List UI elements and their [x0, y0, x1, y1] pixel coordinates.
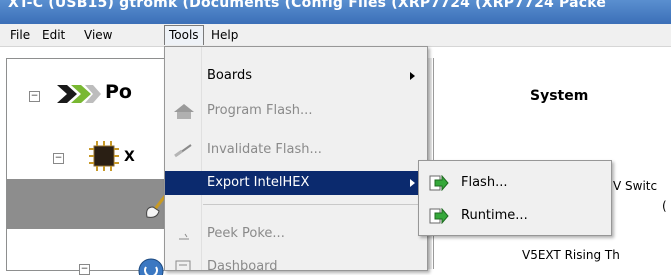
export-intelhex-submenu: Flash... Runtime...	[418, 160, 612, 236]
menu-item-invalidate-flash[interactable]: Invalidate Flash...	[165, 138, 427, 162]
menu-item-label: Program Flash...	[207, 103, 313, 118]
tree-root-label[interactable]: Po	[105, 81, 132, 103]
submenu-item-label: Flash...	[461, 175, 508, 190]
chip-icon	[89, 141, 119, 171]
panel-text-2: (	[662, 199, 667, 213]
menu-file[interactable]: File	[6, 27, 34, 43]
tree-child-label[interactable]: X	[124, 149, 135, 165]
export-arrow-icon	[429, 208, 449, 224]
eraser-icon	[174, 144, 192, 158]
submenu-item-flash[interactable]: Flash...	[421, 170, 607, 196]
menu-bar: File Edit View Tools Help	[0, 24, 671, 47]
house-icon	[174, 104, 194, 119]
collapse-toggle[interactable]: −	[29, 91, 40, 102]
menu-item-boards[interactable]: Boards	[165, 64, 427, 88]
menu-separator	[203, 204, 421, 205]
title-bar: XT-C (USB15) gtromk (Documents (Config F…	[0, 0, 671, 24]
collapse-toggle[interactable]: −	[53, 153, 64, 164]
menu-item-export-intelhex[interactable]: Export IntelHEX	[165, 171, 427, 195]
menu-help[interactable]: Help	[207, 27, 242, 43]
window-title: XT-C (USB15) gtromk (Documents (Config F…	[8, 0, 607, 11]
submenu-item-runtime[interactable]: Runtime...	[421, 203, 607, 229]
submenu-arrow-icon	[410, 179, 415, 187]
menu-item-label: Invalidate Flash...	[207, 142, 322, 157]
dashboard-icon	[175, 260, 191, 270]
menu-item-program-flash[interactable]: Program Flash...	[165, 99, 427, 123]
menu-item-label: Boards	[207, 68, 252, 83]
menu-tools[interactable]: Tools	[164, 25, 204, 45]
panel-text-1: V Switc	[613, 179, 658, 193]
menu-item-peek-poke[interactable]: Peek Poke...	[165, 222, 427, 246]
menu-view[interactable]: View	[80, 27, 116, 43]
power-icon	[138, 258, 164, 275]
tools-dropdown: Boards Program Flash... Invalidate Flash…	[164, 46, 428, 271]
panel-text-3: V5EXT Rising Th	[522, 248, 620, 262]
menu-edit[interactable]: Edit	[38, 27, 69, 43]
export-arrow-icon	[429, 175, 449, 191]
menu-item-label: Peek Poke...	[207, 226, 285, 241]
submenu-item-label: Runtime...	[461, 208, 528, 223]
peek-poke-icon	[179, 233, 189, 240]
panel-heading: System	[530, 88, 589, 104]
xr-logo-icon	[57, 85, 101, 103]
collapse-toggle[interactable]: −	[79, 264, 90, 275]
submenu-arrow-icon	[410, 72, 415, 80]
menu-item-label: Export IntelHEX	[207, 175, 310, 190]
